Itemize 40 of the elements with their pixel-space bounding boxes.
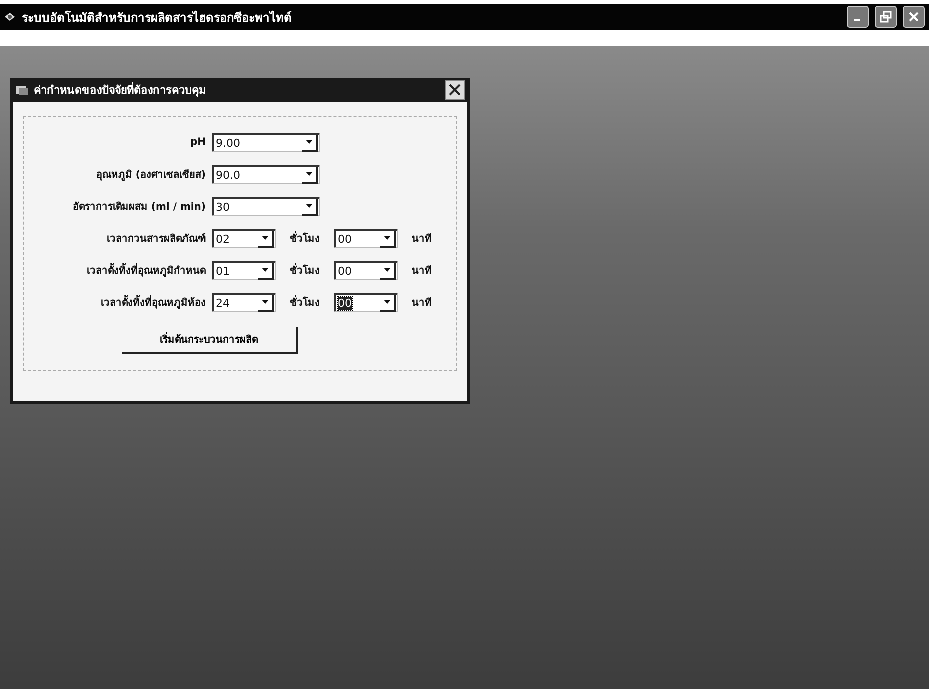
dropdown-arrow-icon[interactable]	[384, 268, 390, 272]
field-label: เวลากวนสารผลิตภัณฑ์	[106, 232, 206, 246]
app-icon	[4, 11, 16, 23]
field-label: pH	[189, 137, 206, 148]
dropdown-field[interactable]: 9.00	[212, 133, 320, 152]
window-icon	[15, 84, 29, 96]
window-title: ระบบอัตโนมัติสำหรับการผลิตสารไฮดรอกซีอะพาไทต์	[22, 10, 293, 26]
unit-label: นาที	[412, 232, 432, 246]
field-label: อุณหภูมิ (องศาเซลเซียส)	[95, 168, 206, 182]
field-label: อัตราการเติมผสม (ml / min)	[72, 200, 206, 214]
dialog-title: ค่ากำหนดของปัจจัยที่ต้องการควบคุม	[34, 81, 207, 99]
start-button[interactable]: เริ่มต้นกระบวนการผลิต	[122, 327, 298, 354]
close-icon[interactable]	[449, 84, 461, 96]
unit-label: นาที	[412, 296, 432, 310]
dropdown-field[interactable]: 00	[334, 229, 398, 248]
dropdown-arrow-icon[interactable]	[306, 140, 312, 144]
dropdown-arrow-icon[interactable]	[262, 300, 268, 304]
dropdown-field[interactable]: 01	[212, 261, 276, 280]
unit-label: ชั่วโมง	[290, 263, 320, 278]
dropdown-arrow-icon[interactable]	[306, 204, 312, 208]
field-label: เวลาตั้งทิ้งที่อุณหภูมิกำหนด	[32, 263, 206, 278]
field-label: เวลาตั้งทิ้งที่อุณหภูมิห้อง	[32, 295, 206, 310]
dropdown-arrow-icon[interactable]	[262, 268, 268, 272]
dropdown-field[interactable]: 00	[334, 261, 398, 280]
dropdown-arrow-icon[interactable]	[384, 236, 390, 240]
dropdown-field[interactable]: 30	[212, 197, 320, 216]
restore-icon[interactable]	[880, 11, 892, 23]
dropdown-field[interactable]: 90.0	[212, 165, 320, 184]
minimize-button[interactable]	[847, 6, 869, 28]
dropdown-arrow-icon[interactable]	[384, 300, 390, 304]
dropdown-field[interactable]: 24	[212, 293, 276, 312]
dropdown-arrow-icon[interactable]	[262, 236, 268, 240]
close-button[interactable]	[445, 80, 465, 100]
unit-label: ชั่วโมง	[290, 231, 320, 246]
dropdown-arrow-icon[interactable]	[306, 172, 312, 176]
restore-button[interactable]	[875, 6, 897, 28]
dropdown-field[interactable]: 02	[212, 229, 276, 248]
dropdown-field[interactable]: 00	[334, 293, 398, 312]
unit-label: ชั่วโมง	[290, 295, 320, 310]
unit-label: นาที	[412, 264, 432, 278]
